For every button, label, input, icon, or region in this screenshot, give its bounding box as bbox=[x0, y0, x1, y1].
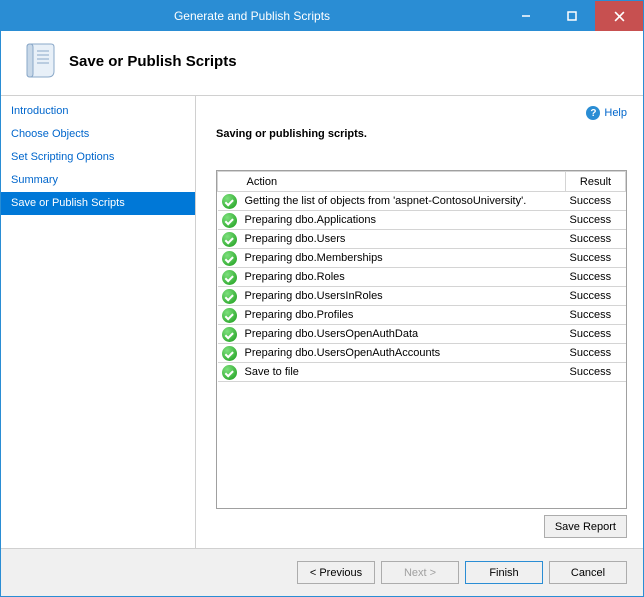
result-cell: Success bbox=[566, 230, 626, 249]
status-text: Saving or publishing scripts. bbox=[216, 128, 627, 140]
table-row: Getting the list of objects from 'aspnet… bbox=[218, 192, 626, 211]
progress-table: Action Result Getting the list of object… bbox=[217, 171, 626, 382]
success-icon bbox=[222, 194, 237, 209]
sidebar-item-summary[interactable]: Summary bbox=[1, 169, 195, 192]
window-title: Generate and Publish Scripts bbox=[1, 9, 503, 23]
sidebar-item-introduction[interactable]: Introduction bbox=[1, 100, 195, 123]
action-cell: Save to file bbox=[241, 363, 566, 382]
wizard-header: Save or Publish Scripts bbox=[1, 31, 643, 96]
status-icon-cell bbox=[218, 249, 241, 268]
status-icon-cell bbox=[218, 325, 241, 344]
status-icon-cell bbox=[218, 268, 241, 287]
table-row: Preparing dbo.UsersInRolesSuccess bbox=[218, 287, 626, 306]
action-cell: Preparing dbo.UsersOpenAuthData bbox=[241, 325, 566, 344]
success-icon bbox=[222, 251, 237, 266]
status-icon-cell bbox=[218, 344, 241, 363]
wizard-footer: < Previous Next > Finish Cancel bbox=[1, 548, 643, 596]
success-icon bbox=[222, 270, 237, 285]
minimize-button[interactable] bbox=[503, 1, 549, 31]
sidebar-item-set-scripting-options[interactable]: Set Scripting Options bbox=[1, 146, 195, 169]
status-icon-cell bbox=[218, 192, 241, 211]
table-row: Save to fileSuccess bbox=[218, 363, 626, 382]
finish-button[interactable]: Finish bbox=[465, 561, 543, 584]
action-cell: Preparing dbo.Memberships bbox=[241, 249, 566, 268]
save-report-button[interactable]: Save Report bbox=[544, 515, 627, 538]
action-cell: Preparing dbo.UsersInRoles bbox=[241, 287, 566, 306]
result-cell: Success bbox=[566, 287, 626, 306]
next-button: Next > bbox=[381, 561, 459, 584]
maximize-button[interactable] bbox=[549, 1, 595, 31]
table-row: Preparing dbo.ApplicationsSuccess bbox=[218, 211, 626, 230]
result-cell: Success bbox=[566, 192, 626, 211]
table-row: Preparing dbo.UsersSuccess bbox=[218, 230, 626, 249]
status-icon-cell bbox=[218, 306, 241, 325]
sidebar-item-choose-objects[interactable]: Choose Objects bbox=[1, 123, 195, 146]
help-icon: ? bbox=[586, 106, 600, 120]
result-cell: Success bbox=[566, 363, 626, 382]
column-action: Action bbox=[241, 172, 566, 192]
action-cell: Preparing dbo.UsersOpenAuthAccounts bbox=[241, 344, 566, 363]
scroll-icon bbox=[19, 41, 59, 81]
close-button[interactable] bbox=[595, 1, 643, 31]
success-icon bbox=[222, 289, 237, 304]
success-icon bbox=[222, 365, 237, 380]
status-icon-cell bbox=[218, 363, 241, 382]
table-row: Preparing dbo.ProfilesSuccess bbox=[218, 306, 626, 325]
success-icon bbox=[222, 308, 237, 323]
success-icon bbox=[222, 213, 237, 228]
page-title: Save or Publish Scripts bbox=[69, 53, 237, 70]
sidebar: IntroductionChoose ObjectsSet Scripting … bbox=[1, 96, 196, 548]
result-cell: Success bbox=[566, 268, 626, 287]
result-cell: Success bbox=[566, 211, 626, 230]
progress-container: Action Result Getting the list of object… bbox=[216, 170, 627, 538]
titlebar: Generate and Publish Scripts bbox=[1, 1, 643, 31]
result-cell: Success bbox=[566, 344, 626, 363]
action-cell: Preparing dbo.Roles bbox=[241, 268, 566, 287]
help-label: Help bbox=[604, 107, 627, 119]
action-cell: Preparing dbo.Users bbox=[241, 230, 566, 249]
success-icon bbox=[222, 327, 237, 342]
table-row: Preparing dbo.RolesSuccess bbox=[218, 268, 626, 287]
result-cell: Success bbox=[566, 325, 626, 344]
status-icon-cell bbox=[218, 211, 241, 230]
result-cell: Success bbox=[566, 249, 626, 268]
table-row: Preparing dbo.UsersOpenAuthAccountsSucce… bbox=[218, 344, 626, 363]
result-cell: Success bbox=[566, 306, 626, 325]
action-cell: Preparing dbo.Applications bbox=[241, 211, 566, 230]
success-icon bbox=[222, 346, 237, 361]
success-icon bbox=[222, 232, 237, 247]
column-result: Result bbox=[566, 172, 626, 192]
progress-table-wrap: Action Result Getting the list of object… bbox=[216, 170, 627, 509]
table-row: Preparing dbo.UsersOpenAuthDataSuccess bbox=[218, 325, 626, 344]
table-row: Preparing dbo.MembershipsSuccess bbox=[218, 249, 626, 268]
action-cell: Preparing dbo.Profiles bbox=[241, 306, 566, 325]
previous-button[interactable]: < Previous bbox=[297, 561, 375, 584]
help-link[interactable]: ? Help bbox=[216, 106, 627, 120]
status-icon-cell bbox=[218, 230, 241, 249]
sidebar-item-save-or-publish-scripts[interactable]: Save or Publish Scripts bbox=[1, 192, 195, 215]
status-icon-cell bbox=[218, 287, 241, 306]
content-area: ? Help Saving or publishing scripts. Act… bbox=[196, 96, 643, 548]
action-cell: Getting the list of objects from 'aspnet… bbox=[241, 192, 566, 211]
window-controls bbox=[503, 1, 643, 31]
cancel-button[interactable]: Cancel bbox=[549, 561, 627, 584]
wizard-body: IntroductionChoose ObjectsSet Scripting … bbox=[1, 96, 643, 548]
column-icon bbox=[218, 172, 241, 192]
